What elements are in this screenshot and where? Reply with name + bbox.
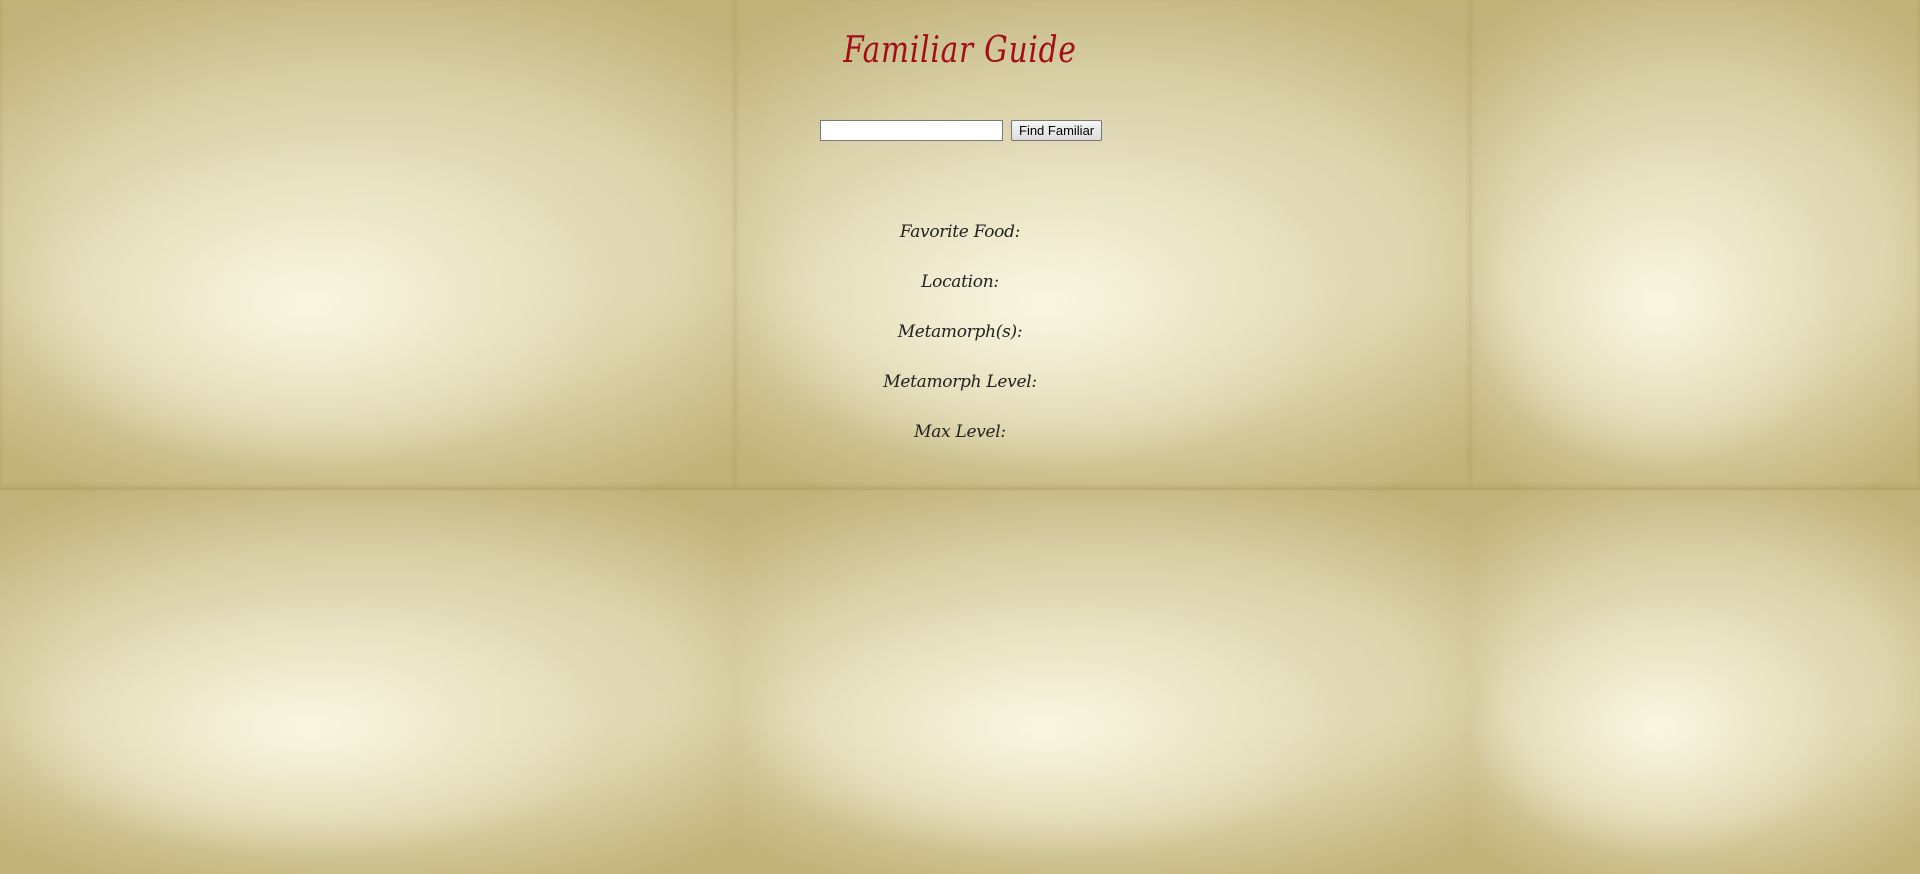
metamorph-level-label: Metamorph Level: bbox=[883, 372, 1037, 392]
metamorphs-label: Metamorph(s): bbox=[897, 322, 1023, 342]
location-label: Location: bbox=[921, 272, 999, 292]
favorite-food-label: Favorite Food: bbox=[899, 222, 1021, 242]
max-level-label: Max Level: bbox=[914, 422, 1006, 442]
familiar-details: Favorite Food: Location: Metamorph(s): M… bbox=[0, 222, 1920, 472]
background-tile bbox=[1470, 490, 1920, 874]
find-familiar-button[interactable]: Find Familiar bbox=[1011, 120, 1103, 141]
search-form: Find Familiar bbox=[820, 120, 1103, 141]
background-tile bbox=[735, 490, 1470, 874]
familiar-search-input[interactable] bbox=[820, 120, 1003, 141]
background-tile bbox=[0, 490, 735, 874]
page-title: Familiar Guide bbox=[843, 30, 1077, 71]
